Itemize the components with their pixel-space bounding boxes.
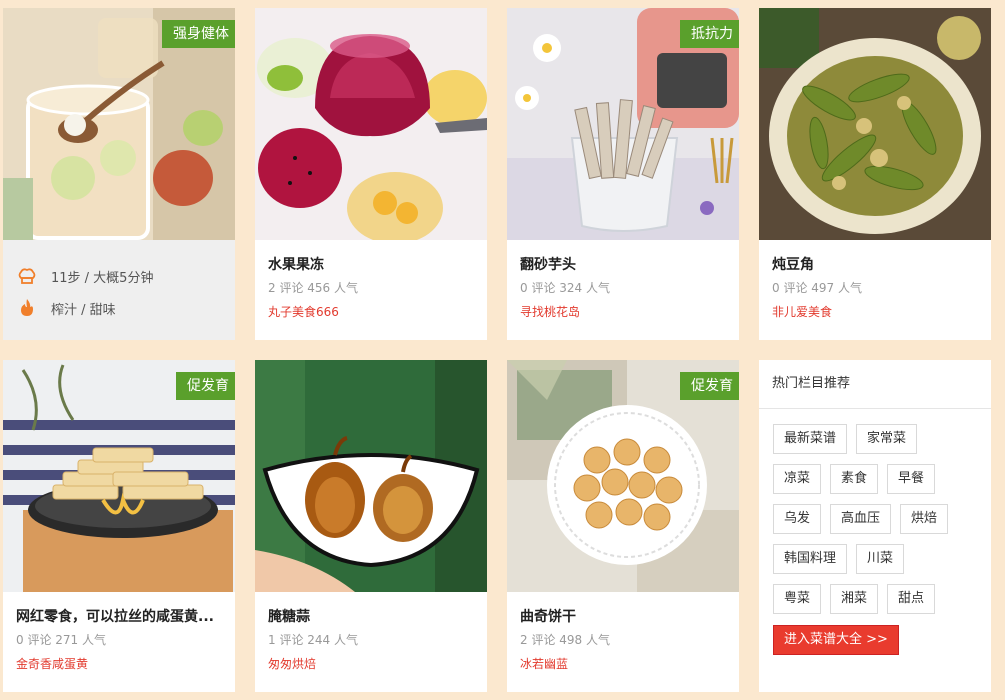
category-chip[interactable]: 韩国料理 <box>773 544 848 574</box>
recipe-title[interactable]: 水果果冻 <box>268 254 474 274</box>
category-chip[interactable]: 素食 <box>830 464 879 494</box>
recipe-card[interactable]: 炖豆角 0 评论 497 人气 非儿爱美食 <box>759 8 991 340</box>
tag-badge: 促发育 <box>176 372 235 400</box>
all-recipes-button[interactable]: 进入菜谱大全 >> <box>773 625 899 655</box>
recipe-image[interactable] <box>255 8 487 240</box>
recipe-stats: 0 评论 271 人气 <box>16 633 106 647</box>
recipe-card[interactable]: 抵抗力 翻砂芋头 0 评论 324 人气 寻找桃花岛 <box>507 8 739 340</box>
category-chip[interactable]: 甜点 <box>887 584 936 614</box>
recipe-author[interactable]: 金奇香咸蛋黄 <box>16 655 88 672</box>
recipe-card[interactable]: 水果果冻 2 评论 456 人气 丸子美食666 <box>255 8 487 340</box>
chef-hat-icon <box>17 266 37 286</box>
category-chip[interactable]: 粤菜 <box>773 584 822 614</box>
taste-text: 榨汁 / 甜味 <box>51 302 116 318</box>
category-chip[interactable]: 湘菜 <box>830 584 879 614</box>
hot-categories-panel: 热门栏目推荐 最新菜谱 家常菜 凉菜 素食 早餐 乌发 高血压 烘焙 韩国料理 … <box>759 360 991 692</box>
tag-badge: 抵抗力 <box>680 20 739 48</box>
recipe-author[interactable]: 匆匆烘焙 <box>268 655 316 672</box>
flame-icon <box>17 298 37 318</box>
recipe-image[interactable] <box>255 360 487 592</box>
recipe-card[interactable]: 促发育 曲奇饼干 2 评论 498 人气 冰若幽蓝 <box>507 360 739 692</box>
recipe-author[interactable]: 非儿爱美食 <box>772 303 832 320</box>
recipe-title[interactable]: 翻砂芋头 <box>520 254 726 274</box>
recipe-stats: 0 评论 497 人气 <box>772 281 862 295</box>
recipe-author[interactable]: 丸子美食666 <box>268 303 339 320</box>
recipe-card[interactable]: 腌糖蒜 1 评论 244 人气 匆匆烘焙 <box>255 360 487 692</box>
category-chip[interactable]: 家常菜 <box>856 424 918 454</box>
category-chip[interactable]: 最新菜谱 <box>773 424 848 454</box>
category-chip[interactable]: 烘焙 <box>900 504 949 534</box>
recipe-title[interactable]: 曲奇饼干 <box>520 606 726 626</box>
recipe-stats: 1 评论 244 人气 <box>268 633 358 647</box>
category-chip[interactable]: 川菜 <box>856 544 905 574</box>
category-chip[interactable]: 高血压 <box>830 504 892 534</box>
recipe-title[interactable]: 腌糖蒜 <box>268 606 474 626</box>
steps-text: 11步 / 大概5分钟 <box>51 270 154 286</box>
recipe-card[interactable]: 强身健体 11步 / 大概5分钟 榨汁 / 甜味 <box>3 8 235 340</box>
recipe-hover-info: 11步 / 大概5分钟 榨汁 / 甜味 <box>3 240 235 340</box>
recipe-card[interactable]: 促发育 网红零食，可以拉丝的咸蛋黄... 0 评论 271 人气 金奇香咸蛋黄 <box>3 360 235 692</box>
tag-badge: 强身健体 <box>162 20 235 48</box>
category-chip-list: 最新菜谱 家常菜 凉菜 素食 早餐 乌发 高血压 烘焙 韩国料理 川菜 粤菜 湘… <box>773 424 983 624</box>
panel-heading: 热门栏目推荐 <box>759 360 991 409</box>
tag-badge: 促发育 <box>680 372 739 400</box>
recipe-stats: 2 评论 498 人气 <box>520 633 610 647</box>
category-chip[interactable]: 乌发 <box>773 504 822 534</box>
category-chip[interactable]: 早餐 <box>887 464 936 494</box>
recipe-title[interactable]: 网红零食，可以拉丝的咸蛋黄... <box>16 606 222 626</box>
recipe-stats: 0 评论 324 人气 <box>520 281 610 295</box>
recipe-image[interactable] <box>759 8 991 240</box>
category-chip[interactable]: 凉菜 <box>773 464 822 494</box>
recipe-author[interactable]: 冰若幽蓝 <box>520 655 568 672</box>
recipe-stats: 2 评论 456 人气 <box>268 281 358 295</box>
recipe-title[interactable]: 炖豆角 <box>772 254 978 274</box>
recipe-author[interactable]: 寻找桃花岛 <box>520 303 580 320</box>
